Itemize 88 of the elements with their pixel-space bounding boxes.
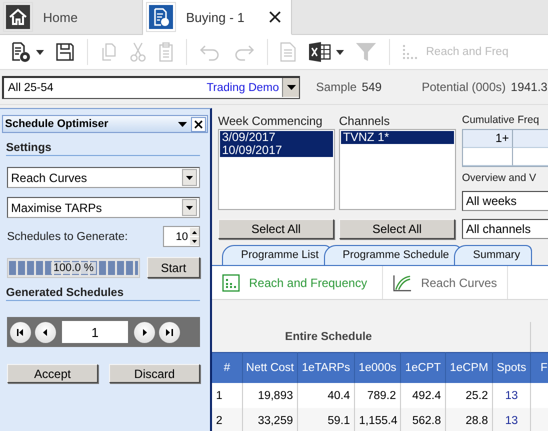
programme-tab[interactable]: Programme Schedule — [324, 245, 462, 265]
filter-icon — [355, 41, 377, 63]
schedule-number-field[interactable]: 1 — [62, 321, 128, 343]
schedule-icon — [10, 41, 32, 63]
save-icon — [55, 42, 75, 62]
section-heading: Settings — [6, 142, 200, 156]
section-heading: Generated Schedules — [6, 287, 200, 301]
table-cell: 40.4 — [298, 383, 354, 408]
column-header[interactable]: Nett Cost — [242, 352, 298, 383]
first-button[interactable] — [10, 322, 31, 342]
column-header[interactable]: 1eTARPs — [298, 352, 354, 383]
spreadsheet-icon — [308, 42, 332, 62]
spots-link[interactable]: 13 — [492, 408, 530, 431]
table-cell: 492.4 — [400, 383, 446, 408]
previous-button[interactable] — [35, 322, 56, 342]
accept-button[interactable]: Accept — [7, 364, 98, 383]
table-cell: 789.2 — [354, 383, 400, 408]
curve-icon — [393, 274, 412, 292]
list-item[interactable]: 3/09/2017 — [220, 131, 333, 144]
view-tab[interactable]: Reach and Frequency — [212, 266, 383, 299]
programme-tab[interactable]: Summary — [454, 245, 532, 265]
table-cell: 33,259 — [242, 408, 298, 431]
last-button[interactable] — [159, 322, 180, 342]
panel-title: Schedule Optimiser — [5, 118, 110, 130]
undo-icon — [199, 43, 221, 61]
sample-label: Sample — [316, 80, 357, 94]
programme-tab[interactable]: Programme List — [222, 245, 331, 265]
next-button[interactable] — [134, 322, 155, 342]
potential-label: Potential (000s) — [422, 80, 506, 94]
table-cell: 1 — [212, 383, 242, 408]
caret-icon[interactable] — [336, 50, 344, 54]
list-box[interactable]: 3/09/2017 10/09/2017 — [218, 129, 335, 210]
discard-button[interactable]: Discard — [109, 364, 200, 383]
list-item[interactable]: 10/09/2017 — [220, 144, 333, 157]
table-cell: 1,155.4 — [354, 408, 400, 431]
table-cell: 28.8 — [446, 408, 492, 431]
table-cell: 562.8 — [400, 408, 446, 431]
left-triangle-icon — [43, 328, 48, 336]
document-tab[interactable]: Buying - 1 — [143, 0, 292, 35]
week-filter-dropdown[interactable]: All weeks — [462, 191, 548, 211]
list-box[interactable]: TVNZ 1* — [339, 129, 456, 210]
sample-value: 549 — [362, 80, 382, 94]
document-icon — [280, 42, 296, 62]
column-header[interactable]: Spots — [492, 352, 530, 383]
close-icon[interactable] — [269, 11, 281, 23]
goal-dropdown[interactable]: Maximise TARPs — [7, 197, 200, 218]
potential-value: 1941.3 — [510, 80, 548, 94]
spots-link[interactable]: 13 — [492, 383, 530, 408]
table-cell: 2 — [212, 408, 242, 431]
table-cell: 25.2 — [446, 383, 492, 408]
start-button[interactable]: Start — [147, 257, 200, 278]
bar-chart-icon — [222, 274, 240, 292]
redo-icon — [233, 43, 255, 61]
clipboard-icon — [158, 42, 174, 62]
list-label: Week Commencing — [218, 114, 324, 129]
column-header[interactable]: # — [212, 352, 242, 383]
frequency-cell: 1+ — [463, 130, 513, 148]
progress-reading: 100.0 % — [51, 262, 96, 274]
count-spinner[interactable]: 10 — [163, 226, 200, 247]
count-label: Schedules to Generate: — [7, 230, 129, 242]
home-icon — [6, 5, 30, 29]
select-all-button[interactable]: Select All — [218, 219, 334, 239]
cumulative-label: Cumulative Freq — [462, 114, 540, 128]
chart-icon — [402, 43, 418, 61]
skip-back-icon — [16, 328, 24, 336]
caret-icon[interactable] — [36, 50, 44, 54]
channel-filter-dropdown[interactable]: All channels — [462, 219, 548, 239]
list-item[interactable]: TVNZ 1* — [341, 131, 454, 144]
right-triangle-icon — [142, 328, 147, 336]
table-cell: 19,893 — [242, 383, 298, 408]
column-header[interactable]: F — [530, 352, 548, 383]
close-icon[interactable] — [191, 116, 206, 132]
column-header[interactable]: 1e000s — [354, 352, 400, 383]
select-all-button[interactable]: Select All — [339, 219, 455, 239]
document-tab[interactable]: Home — [0, 0, 143, 34]
copy-icon — [100, 42, 118, 62]
curve-dropdown[interactable]: Reach Curves — [7, 167, 200, 188]
column-header[interactable]: 1eCPT — [400, 352, 446, 383]
group-heading: Entire Schedule — [284, 330, 373, 345]
list-label: Channels — [339, 114, 391, 129]
column-header[interactable]: 1eCPM — [446, 352, 492, 383]
overview-label: Overview and V — [462, 172, 538, 186]
table-cell: 59.1 — [298, 408, 354, 431]
audience-dropdown[interactable]: All 25-54 Trading Demo — [2, 76, 300, 98]
scissors-icon — [130, 42, 146, 62]
view-tab[interactable]: Reach Curves — [383, 266, 508, 299]
schedule-icon — [149, 5, 173, 29]
skip-forward-icon — [166, 328, 174, 336]
